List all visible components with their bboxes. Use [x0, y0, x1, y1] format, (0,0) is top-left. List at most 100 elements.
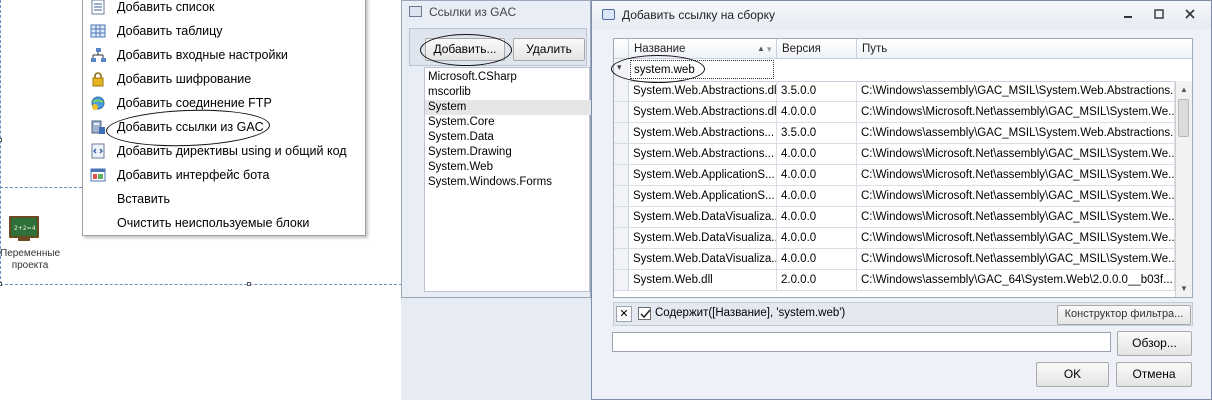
- dialog-title: Добавить ссылку на сборку: [622, 8, 775, 22]
- filter-enabled-checkbox[interactable]: [638, 307, 651, 320]
- cell-name[interactable]: System.Web.ApplicationS...: [629, 186, 777, 207]
- remove-reference-button[interactable]: Удалить: [513, 38, 585, 61]
- list-item[interactable]: System.Windows.Forms: [428, 175, 588, 190]
- list-item-selected[interactable]: System: [425, 100, 592, 115]
- path-input[interactable]: [612, 332, 1111, 352]
- menu-item-add-bot-interface[interactable]: Добавить интерфейс бота: [83, 163, 365, 187]
- cell-version[interactable]: 4.0.0.0: [777, 102, 857, 123]
- cell-version[interactable]: 3.5.0.0: [777, 123, 857, 144]
- filter-panel: ✕ Содержит([Название], 'system.web') Кон…: [613, 302, 1193, 326]
- table-row[interactable]: System.Web.ApplicationS... 4.0.0.0 C:\Wind…: [614, 186, 1175, 207]
- dialog-titlebar: Добавить ссылку на сборку: [592, 1, 1211, 29]
- input-settings-icon: [90, 47, 106, 63]
- table-row[interactable]: System.Web.Abstractions.dll 4.0.0.0 C:\Win…: [614, 102, 1175, 123]
- row-indicator[interactable]: [614, 144, 629, 165]
- table-row[interactable]: System.Web.Abstractions.dll 3.5.0.0 C:\Win…: [614, 81, 1175, 102]
- table-row[interactable]: System.Web.DataVisualiza... 4.0.0.0 C:\Win…: [614, 207, 1175, 228]
- row-indicator[interactable]: [614, 81, 629, 102]
- vertical-scrollbar[interactable]: ▲ ▼: [1175, 81, 1192, 297]
- cell-name[interactable]: System.Web.Abstractions...: [629, 123, 777, 144]
- filter-expression: Содержит([Название], 'system.web'): [655, 307, 846, 319]
- project-variables-icon[interactable]: 2+2=4: [8, 215, 42, 243]
- minimize-icon[interactable]: [1120, 7, 1136, 21]
- clear-filter-icon[interactable]: ✕: [616, 306, 632, 322]
- menu-item-add-encryption[interactable]: Добавить шифрование: [83, 67, 365, 91]
- list-item[interactable]: System.Core: [428, 115, 588, 130]
- row-indicator[interactable]: [614, 228, 629, 249]
- path-filter-cell[interactable]: [857, 59, 1175, 82]
- cell-path[interactable]: C:\Windows\Microsoft.Net\assembly\GAC_MS…: [857, 186, 1175, 207]
- resize-handle[interactable]: [247, 282, 251, 286]
- cell-version[interactable]: 4.0.0.0: [777, 249, 857, 270]
- menu-item-clear-unused-blocks[interactable]: Очистить неиспользуемые блоки: [83, 211, 365, 235]
- cell-name[interactable]: System.Web.Abstractions...: [629, 144, 777, 165]
- gac-reference-list[interactable]: Microsoft.CSharp mscorlib System System.…: [424, 67, 592, 292]
- table-row[interactable]: System.Web.dll 2.0.0.0 C:\Windows\assembly…: [614, 270, 1175, 291]
- lock-icon: [90, 71, 106, 87]
- table-row[interactable]: System.Web.DataVisualiza... 4.0.0.0 C:\Win…: [614, 249, 1175, 270]
- table-row[interactable]: System.Web.Abstractions... 3.5.0.0 C:\Wind…: [614, 123, 1175, 144]
- row-indicator[interactable]: [614, 186, 629, 207]
- menu-item-paste[interactable]: Вставить: [83, 187, 365, 211]
- row-indicator[interactable]: [614, 270, 629, 291]
- cell-version[interactable]: 4.0.0.0: [777, 228, 857, 249]
- scrollbar-thumb[interactable]: [1178, 99, 1189, 137]
- row-indicator[interactable]: [614, 123, 629, 144]
- cell-name[interactable]: System.Web.DataVisualiza...: [629, 249, 777, 270]
- cell-version[interactable]: 3.5.0.0: [777, 81, 857, 102]
- column-header-path[interactable]: Путь: [857, 39, 1192, 59]
- cell-path[interactable]: C:\Windows\assembly\GAC_MSIL\System.Web.…: [857, 81, 1175, 102]
- cell-path[interactable]: C:\Windows\Microsoft.Net\assembly\GAC_MS…: [857, 249, 1175, 270]
- list-item[interactable]: System.Data: [428, 130, 588, 145]
- cell-name[interactable]: System.Web.dll: [629, 270, 777, 291]
- cell-path[interactable]: C:\Windows\assembly\GAC_MSIL\System.Web.…: [857, 123, 1175, 144]
- list-item[interactable]: mscorlib: [428, 85, 588, 100]
- cell-path[interactable]: C:\Windows\Microsoft.Net\assembly\GAC_MS…: [857, 207, 1175, 228]
- table-row[interactable]: System.Web.DataVisualiza... 4.0.0.0 C:\Win…: [614, 228, 1175, 249]
- list-item[interactable]: Microsoft.CSharp: [428, 70, 588, 85]
- maximize-icon[interactable]: [1151, 7, 1167, 21]
- row-indicator[interactable]: [614, 249, 629, 270]
- menu-item-add-table[interactable]: Добавить таблицу: [83, 19, 365, 43]
- cell-path[interactable]: C:\Windows\assembly\GAC_64\System.Web\2.…: [857, 270, 1175, 291]
- cell-name[interactable]: System.Web.DataVisualiza...: [629, 228, 777, 249]
- cancel-button[interactable]: Отмена: [1116, 362, 1192, 387]
- cell-name[interactable]: System.Web.Abstractions.dll: [629, 81, 777, 102]
- cell-name[interactable]: System.Web.DataVisualiza...: [629, 207, 777, 228]
- column-filter-icon[interactable]: ▾: [767, 39, 772, 59]
- cell-version[interactable]: 4.0.0.0: [777, 186, 857, 207]
- assembly-grid: Название ▲ ▾ Версия Путь ▾ system.web Sy…: [613, 38, 1193, 298]
- close-icon[interactable]: [1182, 7, 1198, 21]
- cell-path[interactable]: C:\Windows\Microsoft.Net\assembly\GAC_MS…: [857, 144, 1175, 165]
- ok-button[interactable]: OK: [1036, 362, 1109, 387]
- scroll-down-icon[interactable]: ▼: [1180, 284, 1188, 293]
- table-row[interactable]: System.Web.ApplicationS... 4.0.0.0 C:\Wind…: [614, 165, 1175, 186]
- cell-name[interactable]: System.Web.ApplicationS...: [629, 165, 777, 186]
- list-item[interactable]: System.Drawing: [428, 145, 588, 160]
- cell-path[interactable]: C:\Windows\Microsoft.Net\assembly\GAC_MS…: [857, 102, 1175, 123]
- list-item[interactable]: System.Web: [428, 160, 588, 175]
- cell-version[interactable]: 4.0.0.0: [777, 144, 857, 165]
- cell-version[interactable]: 2.0.0.0: [777, 270, 857, 291]
- version-filter-cell[interactable]: [777, 59, 858, 82]
- resize-handle[interactable]: [0, 282, 2, 286]
- table-row[interactable]: System.Web.Abstractions... 4.0.0.0 C:\Wind…: [614, 144, 1175, 165]
- resize-handle[interactable]: [0, 138, 2, 142]
- browse-button[interactable]: Обзор...: [1117, 331, 1192, 356]
- filter-builder-button[interactable]: Конструктор фильтра...: [1057, 305, 1191, 325]
- menu-item-add-list[interactable]: Добавить список: [83, 0, 365, 19]
- menu-item-add-input-settings[interactable]: Добавить входные настройки: [83, 43, 365, 67]
- row-indicator[interactable]: [614, 165, 629, 186]
- cell-path[interactable]: C:\Windows\Microsoft.Net\assembly\GAC_MS…: [857, 228, 1175, 249]
- sort-ascending-icon: ▲: [757, 44, 765, 53]
- column-header-version[interactable]: Версия: [777, 39, 857, 59]
- background-panel: [401, 298, 591, 400]
- code-icon: [90, 143, 106, 159]
- cell-version[interactable]: 4.0.0.0: [777, 207, 857, 228]
- cell-name[interactable]: System.Web.Abstractions.dll: [629, 102, 777, 123]
- scroll-up-icon[interactable]: ▲: [1180, 85, 1188, 94]
- row-indicator[interactable]: [614, 207, 629, 228]
- row-indicator[interactable]: [614, 102, 629, 123]
- cell-path[interactable]: C:\Windows\Microsoft.Net\assembly\GAC_MS…: [857, 165, 1175, 186]
- cell-version[interactable]: 4.0.0.0: [777, 165, 857, 186]
